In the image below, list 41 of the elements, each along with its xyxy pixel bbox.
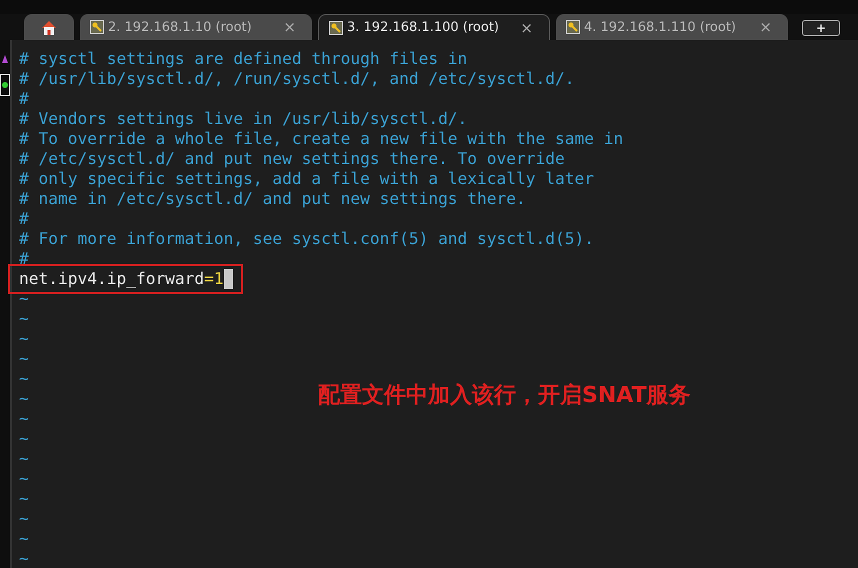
equals-sign: = <box>204 269 214 289</box>
comment-line: # Vendors settings live in /usr/lib/sysctl.d/. <box>19 109 468 129</box>
comment-line: # only specific settings, add a file with a lexically later <box>19 169 594 189</box>
new-tab-button[interactable]: + <box>802 20 840 36</box>
empty-line-marker: ~ <box>19 449 29 469</box>
empty-line-marker: ~ <box>19 349 29 369</box>
comment-line: # <box>19 249 29 269</box>
empty-line-marker: ~ <box>19 329 29 349</box>
setting-value: 1 <box>214 269 224 289</box>
empty-line-marker: ~ <box>19 369 29 389</box>
comment-line: # To override a whole file, create a new file with the same in <box>19 129 624 149</box>
empty-line-marker: ~ <box>19 289 29 309</box>
empty-line-marker: ~ <box>19 429 29 449</box>
empty-line-marker: ~ <box>19 409 29 429</box>
home-tab[interactable] <box>24 14 74 40</box>
comment-line: # name in /etc/sysctl.d/ and put new settings there. <box>19 189 526 209</box>
comment-line: # <box>19 89 29 109</box>
comment-line: # sysctl settings are defined through files in <box>19 49 468 69</box>
comment-line: # /usr/lib/sysctl.d/, /run/sysctl.d/, and /etc/sysctl.d/. <box>19 69 575 89</box>
empty-line-marker: ~ <box>19 309 29 329</box>
close-icon[interactable]: × <box>759 18 772 36</box>
empty-line-marker: ~ <box>19 529 29 549</box>
setting-key: net.ipv4.ip_forward <box>19 269 204 289</box>
close-icon[interactable]: × <box>520 18 533 36</box>
empty-line-marker: ~ <box>19 469 29 489</box>
close-icon[interactable]: × <box>283 18 296 36</box>
status-icon[interactable] <box>0 74 10 96</box>
key-icon <box>90 20 104 34</box>
house-icon <box>41 20 57 34</box>
empty-line-marker: ~ <box>19 489 29 509</box>
empty-line-marker: ~ <box>19 549 29 568</box>
session-tab[interactable]: 2. 192.168.1.10 (root) × <box>80 14 312 40</box>
key-icon <box>329 20 343 34</box>
empty-line-marker: ~ <box>19 509 29 529</box>
session-tab[interactable]: 4. 192.168.1.110 (root) × <box>556 14 788 40</box>
comment-line: # <box>19 209 29 229</box>
key-icon <box>566 20 580 34</box>
session-tab[interactable]: 3. 192.168.1.100 (root) × <box>318 14 550 40</box>
empty-line-marker: ~ <box>19 389 29 409</box>
comment-line: # /etc/sysctl.d/ and put new settings there. To override <box>19 149 565 169</box>
comment-line: # For more information, see sysctl.conf(5) and sysctl.d(5). <box>19 229 594 249</box>
